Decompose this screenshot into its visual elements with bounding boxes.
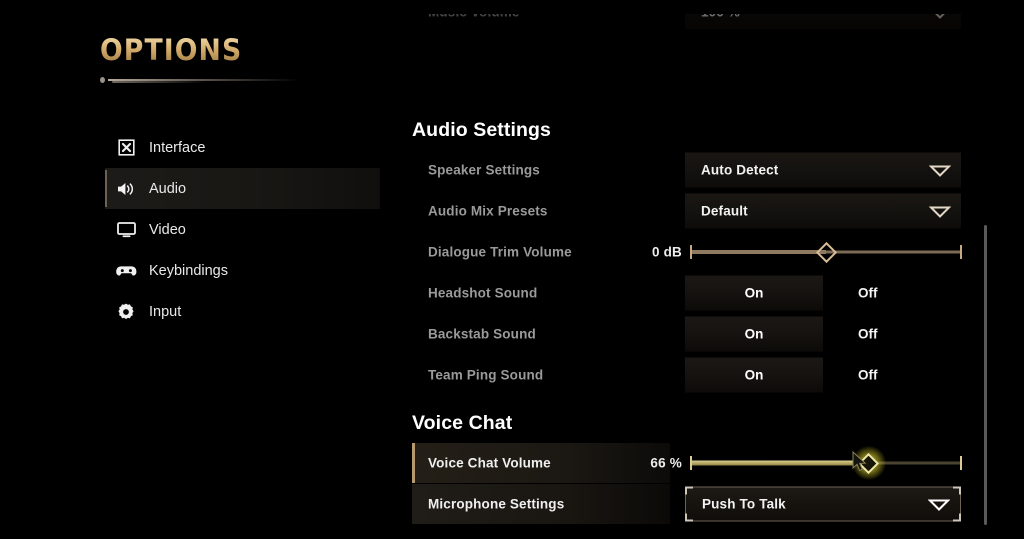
setting-row-voice-chat-volume[interactable]: Voice Chat Volume 66 % — [412, 443, 984, 483]
sidebar-item-keybindings[interactable]: Keybindings — [105, 250, 380, 291]
scrollbar-thumb[interactable] — [984, 225, 987, 525]
toggle-off-label: Off — [858, 326, 878, 342]
toggle-on-label: On — [744, 367, 764, 383]
page-title: OPTIONS — [100, 36, 394, 65]
row-label: Voice Chat Volume — [428, 455, 551, 471]
sidebar-item-label: Keybindings — [149, 262, 228, 279]
section-heading-audio-settings: Audio Settings — [412, 119, 551, 141]
monitor-icon — [115, 220, 137, 240]
backstab-sound-off-button[interactable]: Off — [858, 317, 918, 352]
row-label: Headshot Sound — [428, 285, 538, 301]
sidebar-item-audio[interactable]: Audio — [105, 168, 380, 209]
row-label: Backstab Sound — [428, 326, 536, 342]
gear-icon — [115, 302, 137, 322]
sidebar-item-video[interactable]: Video — [105, 209, 380, 250]
letterbox-top — [0, 0, 1024, 14]
dropdown-value: Auto Detect — [701, 162, 779, 178]
sidebar-item-label: Interface — [149, 139, 206, 156]
row-label: Speaker Settings — [428, 162, 540, 178]
row-label: Microphone Settings — [428, 496, 565, 512]
divider-knob — [100, 77, 105, 83]
sidebar-nav: Interface Audio Video Keybindings Input — [105, 127, 380, 332]
interface-icon — [115, 138, 137, 158]
audio-mix-presets-dropdown[interactable]: Default — [685, 193, 961, 229]
voice-chat-volume-value: 66 % — [650, 455, 682, 471]
setting-row-team-ping-sound[interactable]: Team Ping Sound On Off — [412, 355, 984, 395]
settings-scroll-pane: Music Volume 100 % Audio Settings Speake… — [412, 14, 984, 533]
headshot-sound-on-button[interactable]: On — [685, 275, 823, 311]
sidebar-item-label: Audio — [149, 180, 187, 197]
music-volume-dropdown[interactable]: 100 % — [685, 14, 961, 30]
sidebar-item-label: Video — [149, 221, 186, 238]
headshot-sound-off-button[interactable]: Off — [858, 276, 918, 311]
dialogue-trim-value: 0 dB — [651, 244, 682, 260]
microphone-settings-dropdown[interactable]: Push To Talk — [685, 486, 961, 522]
team-ping-sound-on-button[interactable]: On — [685, 357, 823, 393]
slider-fill — [692, 250, 826, 254]
focus-corner-top-left — [685, 486, 693, 495]
slider-cap-right — [960, 245, 962, 259]
letterbox-bottom — [0, 533, 1024, 539]
section-heading-voice-chat: Voice Chat — [412, 412, 513, 434]
sidebar-item-input[interactable]: Input — [105, 291, 380, 332]
clipped-row-music-volume[interactable]: Music Volume 100 % — [412, 14, 984, 40]
setting-row-speaker-settings[interactable]: Speaker Settings Auto Detect — [412, 150, 984, 190]
row-label: Dialogue Trim Volume — [428, 244, 572, 260]
focus-corner-bottom-right — [953, 513, 961, 522]
toggle-on-label: On — [744, 285, 764, 301]
divider-bar-secondary — [112, 81, 207, 84]
setting-row-dialogue-trim-volume[interactable]: Dialogue Trim Volume 0 dB — [412, 232, 984, 272]
dialogue-trim-slider[interactable] — [690, 241, 962, 263]
toggle-off-label: Off — [858, 285, 878, 301]
dropdown-value: Default — [701, 203, 748, 219]
dropdown-value: 100 % — [701, 14, 740, 20]
backstab-sound-on-button[interactable]: On — [685, 316, 823, 352]
slider-handle[interactable] — [815, 241, 837, 263]
toggle-off-label: Off — [858, 367, 878, 383]
setting-row-headshot-sound[interactable]: Headshot Sound On Off — [412, 273, 984, 313]
row-label: Audio Mix Presets — [428, 203, 548, 219]
options-screen: OPTIONS Interface Audio Video Keybinding… — [0, 0, 1024, 539]
row-label: Music Volume — [428, 14, 520, 20]
gamepad-icon — [115, 261, 137, 281]
focus-corner-top-right — [953, 486, 961, 495]
title-block: OPTIONS — [100, 36, 420, 84]
dropdown-value: Push To Talk — [702, 496, 786, 512]
focus-corner-bottom-left — [685, 513, 693, 522]
setting-row-backstab-sound[interactable]: Backstab Sound On Off — [412, 314, 984, 354]
sidebar-item-interface[interactable]: Interface — [105, 127, 380, 168]
row-label: Team Ping Sound — [428, 367, 544, 383]
voice-chat-volume-slider[interactable] — [690, 446, 962, 480]
toggle-on-label: On — [744, 326, 764, 342]
slider-fill — [692, 460, 869, 466]
slider-cap-right — [960, 456, 962, 470]
setting-row-microphone-settings[interactable]: Microphone Settings Push To Talk — [412, 484, 984, 524]
speaker-icon — [115, 179, 137, 199]
speaker-settings-dropdown[interactable]: Auto Detect — [685, 152, 961, 188]
title-divider — [100, 76, 300, 84]
setting-row-audio-mix-presets[interactable]: Audio Mix Presets Default — [412, 191, 984, 231]
team-ping-sound-off-button[interactable]: Off — [858, 358, 918, 393]
sidebar-item-label: Input — [149, 303, 182, 320]
